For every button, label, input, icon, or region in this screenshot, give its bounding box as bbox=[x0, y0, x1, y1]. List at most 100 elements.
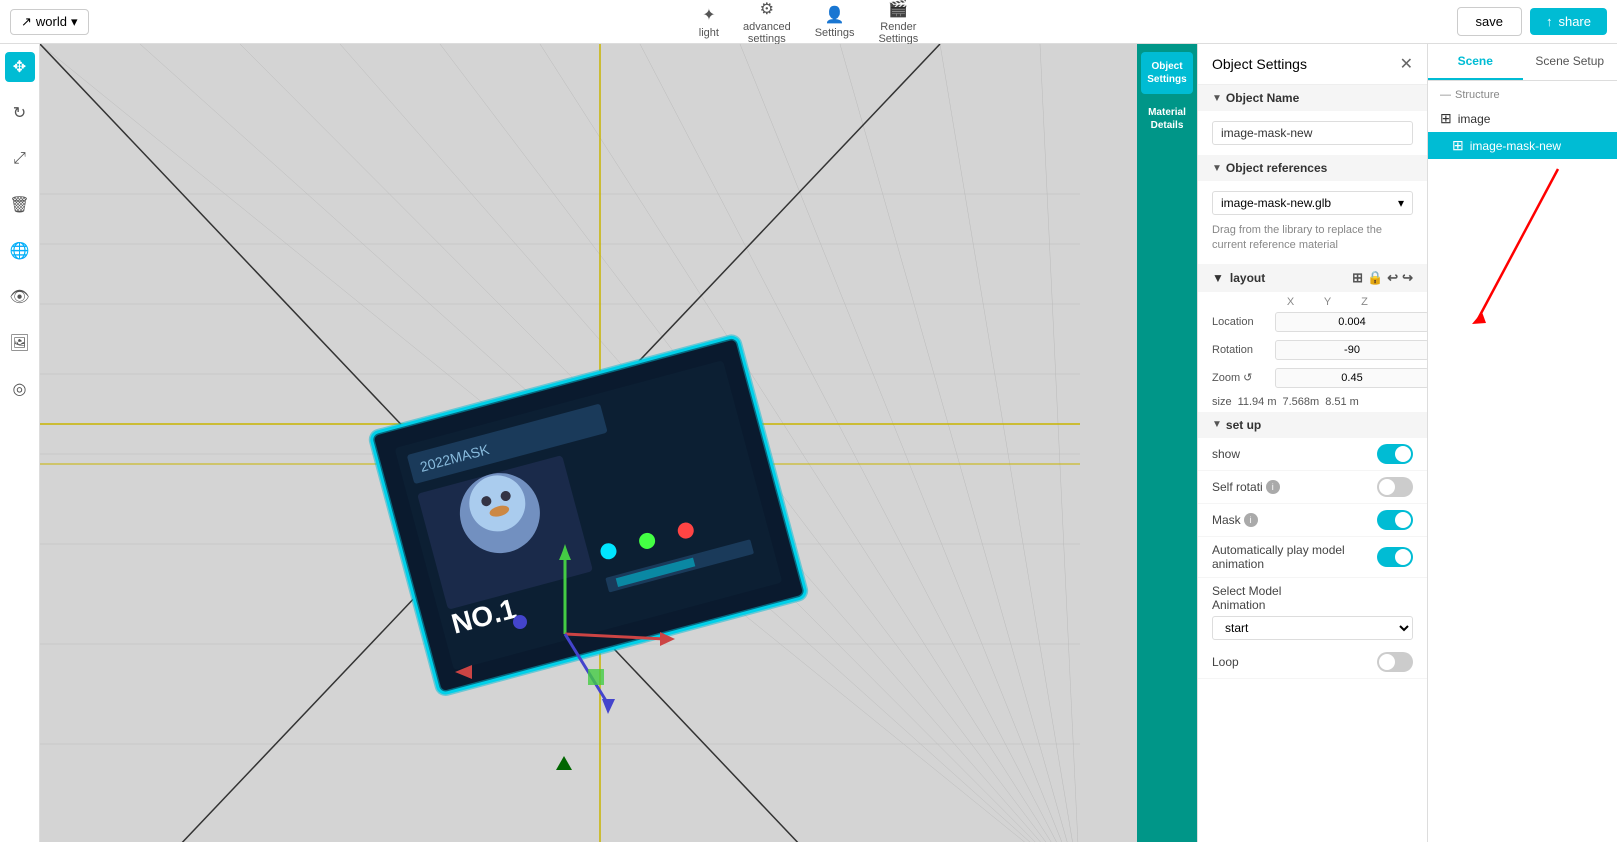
toolbar-advanced-settings[interactable]: ⚙ advanced settings bbox=[743, 0, 791, 45]
mask-label: Mask bbox=[1212, 513, 1241, 527]
self-rotation-row: Self rotati i bbox=[1198, 471, 1427, 504]
rotation-x-input[interactable] bbox=[1275, 340, 1427, 360]
layout-icon-undo[interactable]: ↩ bbox=[1387, 270, 1398, 286]
tool-image[interactable]: 🖼 bbox=[5, 328, 35, 358]
tool-move[interactable]: ✥ bbox=[5, 52, 35, 82]
layout-z-header: Z bbox=[1346, 296, 1383, 308]
object-name-section-label: Object Name bbox=[1226, 91, 1299, 105]
layout-section-header: ▼ layout ⊞ 🔒 ↩ ↪ bbox=[1198, 264, 1427, 292]
object-settings-tab[interactable]: Object Settings bbox=[1141, 52, 1193, 94]
zoom-x-input[interactable] bbox=[1275, 368, 1427, 388]
world-label: world bbox=[36, 14, 67, 29]
tab-scene-label: Scene bbox=[1458, 54, 1493, 68]
layout-x-header: X bbox=[1272, 296, 1309, 308]
object-name-section-header: ▼ Object Name bbox=[1198, 85, 1427, 111]
size-x: 11.94 m bbox=[1238, 396, 1277, 408]
image-mask-item-label: image-mask-new bbox=[1470, 139, 1561, 153]
scene-panel: Scene Scene Setup — Structure ⊞ image ⊞ … bbox=[1427, 44, 1617, 842]
tool-world[interactable]: 🌐 bbox=[5, 236, 35, 266]
material-details-tab[interactable]: Material Details bbox=[1141, 98, 1193, 140]
zoom-reset-icon[interactable]: ↺ bbox=[1243, 371, 1252, 384]
setup-arrow: ▼ bbox=[1212, 419, 1222, 430]
select-model-dropdown[interactable]: start bbox=[1212, 616, 1413, 640]
show-label: show bbox=[1212, 447, 1240, 461]
layout-icon-lock[interactable]: 🔒 bbox=[1367, 270, 1383, 286]
self-rotation-label: Self rotati bbox=[1212, 480, 1263, 494]
ref-dropdown-chevron: ▾ bbox=[1398, 196, 1404, 210]
viewport-grid: 2022MASK NO.1 bbox=[40, 44, 1137, 842]
reference-file-label: image-mask-new.glb bbox=[1221, 196, 1331, 210]
structure-label: — Structure bbox=[1428, 81, 1617, 105]
location-row: Location rice bbox=[1198, 308, 1427, 336]
layout-icons: ⊞ 🔒 ↩ ↪ bbox=[1352, 270, 1413, 286]
settings-icon: 👤 bbox=[825, 5, 845, 25]
panel-close-button[interactable]: ✕ bbox=[1400, 54, 1413, 74]
rotation-row: Rotation bbox=[1198, 336, 1427, 364]
setup-section-header: ▼ set up bbox=[1198, 412, 1427, 438]
save-button[interactable]: save bbox=[1457, 7, 1522, 36]
layout-icon-redo[interactable]: ↪ bbox=[1402, 270, 1413, 286]
toolbar: ↗ world ▾ ✦ light ⚙ advanced settings 👤 … bbox=[0, 0, 1617, 44]
auto-play-row: Automatically play model animation bbox=[1198, 537, 1427, 578]
object-tab-panel: Object Settings Material Details bbox=[1137, 44, 1197, 842]
toolbar-center: ✦ light ⚙ advanced settings 👤 Settings 🎬… bbox=[699, 0, 918, 45]
zoom-row: Zoom ↺ 🔒 bbox=[1198, 364, 1427, 392]
tool-scale[interactable]: ⤢ bbox=[5, 144, 35, 174]
self-rotation-toggle[interactable] bbox=[1377, 477, 1413, 497]
scene-arrow-overlay bbox=[1428, 159, 1608, 359]
tool-delete[interactable]: 🗑 bbox=[5, 190, 35, 220]
toolbar-settings[interactable]: 👤 Settings bbox=[815, 5, 855, 39]
loop-toggle[interactable] bbox=[1377, 652, 1413, 672]
auto-play-toggle[interactable] bbox=[1377, 547, 1413, 567]
location-x-input[interactable] bbox=[1275, 312, 1427, 332]
toolbar-render-settings[interactable]: 🎬 Render Settings bbox=[878, 0, 918, 45]
reference-file-dropdown[interactable]: image-mask-new.glb ▾ bbox=[1212, 191, 1413, 215]
object-references-section-header: ▼ Object references bbox=[1198, 155, 1427, 181]
share-button[interactable]: ↑ share bbox=[1530, 8, 1607, 35]
scene-tab-scene-setup[interactable]: Scene Setup bbox=[1523, 44, 1617, 80]
settings-label: Settings bbox=[815, 27, 855, 39]
layout-icon-copy[interactable]: ⊞ bbox=[1352, 270, 1363, 286]
size-label: size bbox=[1212, 396, 1232, 408]
loop-row: Loop bbox=[1198, 646, 1427, 679]
left-sidebar: ✥ ↻ ⤢ 🗑 🌐 👁 🖼 ◎ bbox=[0, 44, 40, 842]
mask-toggle[interactable] bbox=[1377, 510, 1413, 530]
tool-eye[interactable]: 👁 bbox=[5, 282, 35, 312]
object-references-arrow: ▼ bbox=[1212, 163, 1222, 174]
size-y: 7.568m bbox=[1283, 396, 1320, 408]
panel-title: Object Settings bbox=[1212, 56, 1307, 72]
image-mask-item-icon: ⊞ bbox=[1452, 137, 1464, 154]
world-chevron: ▾ bbox=[71, 14, 78, 30]
scene-tree-item-image[interactable]: ⊞ image bbox=[1428, 105, 1617, 132]
scene-tab-scene[interactable]: Scene bbox=[1428, 44, 1523, 80]
advanced-settings-label: advanced settings bbox=[743, 21, 791, 45]
tool-rotate[interactable]: ↻ bbox=[5, 98, 35, 128]
setup-section-label: set up bbox=[1226, 418, 1261, 432]
toolbar-right: save ↑ share bbox=[1457, 7, 1608, 36]
world-selector[interactable]: ↗ world ▾ bbox=[10, 9, 89, 35]
tool-view[interactable]: ◎ bbox=[5, 374, 35, 404]
show-row: show bbox=[1198, 438, 1427, 471]
mask-info-icon[interactable]: i bbox=[1244, 513, 1258, 527]
light-label: light bbox=[699, 27, 719, 39]
size-row: size 11.94 m 7.568m 8.51 m bbox=[1198, 392, 1427, 412]
object-name-input[interactable] bbox=[1212, 121, 1413, 145]
main-content: ✥ ↻ ⤢ 🗑 🌐 👁 🖼 ◎ bbox=[0, 44, 1617, 842]
self-rotation-info-icon[interactable]: i bbox=[1266, 480, 1280, 494]
render-settings-label: Render Settings bbox=[878, 21, 918, 45]
structure-icon: — bbox=[1440, 89, 1451, 101]
scene-tree-item-image-mask[interactable]: ⊞ image-mask-new bbox=[1428, 132, 1617, 159]
layout-label: layout bbox=[1230, 271, 1265, 285]
share-icon: ↑ bbox=[1546, 14, 1553, 29]
object-settings-panel: Object Settings ✕ ▼ Object Name ▼ Object… bbox=[1197, 44, 1427, 842]
toolbar-light[interactable]: ✦ light bbox=[699, 5, 719, 39]
show-toggle[interactable] bbox=[1377, 444, 1413, 464]
layout-arrow: ▼ bbox=[1212, 271, 1224, 285]
loop-label: Loop bbox=[1212, 655, 1239, 669]
object-references-section-label: Object references bbox=[1226, 161, 1327, 175]
object-references-content: image-mask-new.glb ▾ Drag from the libra… bbox=[1198, 181, 1427, 264]
image-item-label: image bbox=[1458, 112, 1491, 126]
object-name-content bbox=[1198, 111, 1427, 155]
tab-scene-setup-label: Scene Setup bbox=[1535, 54, 1604, 68]
share-label: share bbox=[1558, 14, 1591, 29]
